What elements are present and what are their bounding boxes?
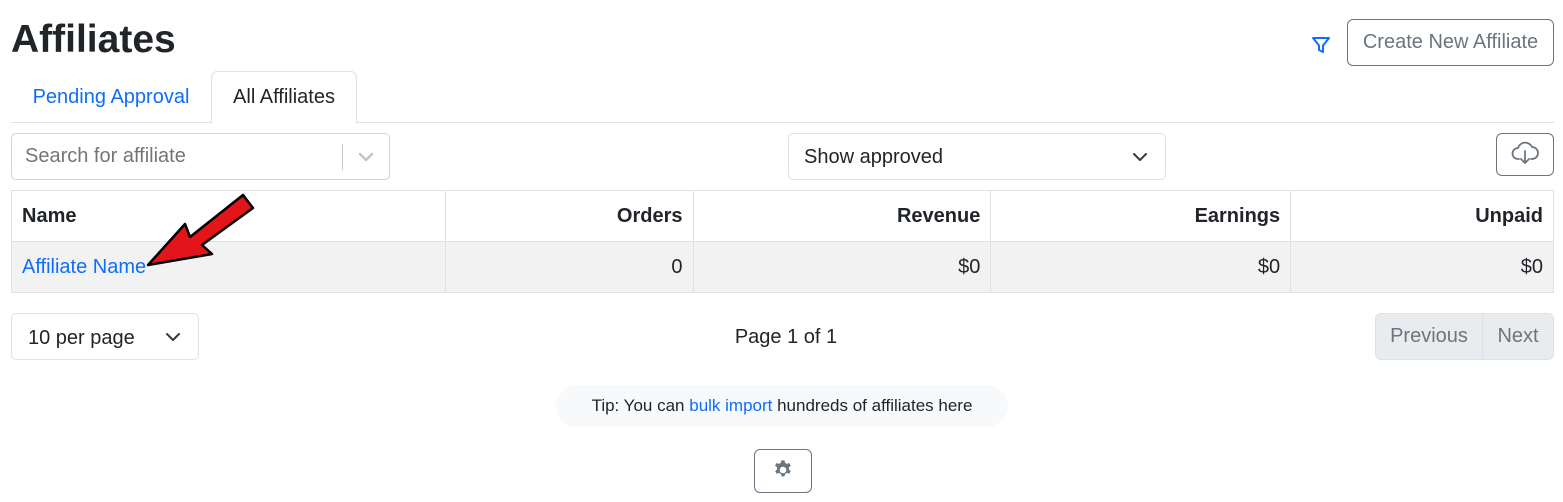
status-filter-select[interactable]: Show approved: [788, 133, 1166, 180]
affiliates-table: Name Orders Revenue Earnings Unpaid Affi…: [11, 190, 1554, 293]
per-page-value: 10 per page: [28, 327, 135, 349]
tip-banner: Tip: You can bulk import hundreds of aff…: [556, 385, 1008, 427]
column-header-orders[interactable]: Orders: [444, 190, 694, 242]
table-header-row: Name Orders Revenue Earnings Unpaid: [11, 190, 1554, 242]
chevron-down-icon[interactable]: [356, 147, 376, 167]
gear-icon: [772, 459, 794, 484]
chevron-down-icon: [164, 328, 182, 346]
search-input[interactable]: [12, 134, 342, 179]
bulk-import-link[interactable]: bulk import: [689, 396, 772, 416]
download-button[interactable]: [1496, 133, 1554, 176]
cell-revenue: $0: [692, 241, 992, 293]
status-filter-value: Show approved: [804, 146, 943, 168]
table-row: Affiliate Name 0 $0 $0 $0: [11, 241, 1554, 293]
cloud-download-icon: [1511, 140, 1539, 169]
per-page-select[interactable]: 10 per page: [11, 313, 199, 360]
cell-name: Affiliate Name: [11, 241, 446, 293]
tab-bar: Pending Approval All Affiliates: [11, 71, 1554, 124]
tip-prefix: Tip: You can: [591, 396, 690, 415]
create-affiliate-button[interactable]: Create New Affiliate: [1347, 19, 1554, 66]
column-header-unpaid[interactable]: Unpaid: [1290, 190, 1554, 242]
settings-button[interactable]: [754, 449, 812, 493]
column-header-earnings[interactable]: Earnings: [990, 190, 1292, 242]
cell-earnings: $0: [990, 241, 1292, 293]
page-title: Affiliates: [11, 18, 176, 61]
cell-orders: 0: [444, 241, 694, 293]
affiliate-search-combobox[interactable]: [11, 133, 390, 180]
tab-all-affiliates[interactable]: All Affiliates: [211, 71, 357, 124]
chevron-down-icon: [1131, 148, 1149, 166]
column-header-revenue[interactable]: Revenue: [692, 190, 992, 242]
tip-suffix: hundreds of affiliates here: [772, 396, 973, 415]
search-divider: [342, 144, 343, 170]
affiliate-name-link[interactable]: Affiliate Name: [22, 256, 146, 278]
cell-unpaid: $0: [1290, 241, 1554, 293]
page-info: Page 1 of 1: [734, 326, 838, 348]
pagination-controls: Previous Next: [1375, 313, 1554, 360]
filter-icon[interactable]: [1310, 34, 1332, 56]
next-button[interactable]: Next: [1483, 314, 1553, 359]
previous-button[interactable]: Previous: [1376, 314, 1483, 359]
column-header-name[interactable]: Name: [11, 190, 446, 242]
tab-pending-approval[interactable]: Pending Approval: [11, 71, 211, 123]
